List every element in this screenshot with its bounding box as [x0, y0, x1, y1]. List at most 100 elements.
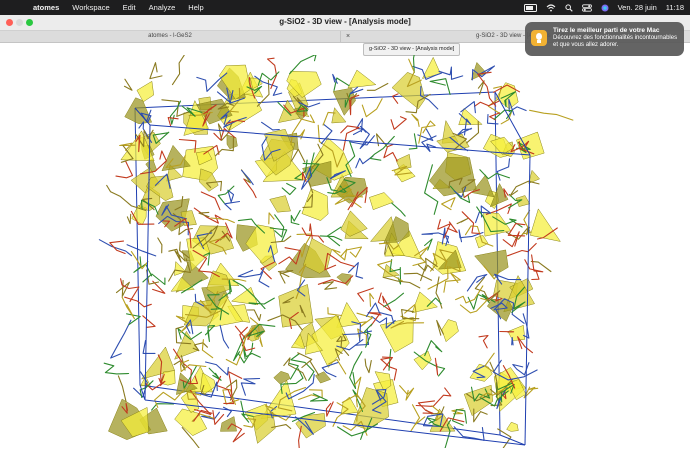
bond	[116, 161, 133, 177]
bond	[508, 244, 537, 256]
clock-date[interactable]: Ven. 28 juin	[618, 3, 657, 12]
bond	[416, 388, 451, 407]
bond	[384, 145, 397, 162]
polyhedron	[516, 196, 530, 207]
opengl-3d-viewport[interactable]	[0, 55, 690, 448]
polyhedron	[137, 81, 154, 102]
polyhedron	[392, 72, 425, 109]
bond	[228, 424, 244, 442]
wifi-icon[interactable]	[546, 4, 556, 12]
bond	[518, 337, 533, 353]
bond	[400, 386, 414, 401]
bond	[150, 63, 162, 79]
bond	[125, 79, 133, 90]
polyhedron	[274, 371, 290, 384]
bond	[282, 184, 296, 195]
menu-edit[interactable]: Edit	[123, 3, 136, 12]
bond	[510, 181, 539, 196]
control-center-icon[interactable]	[582, 4, 592, 12]
bond	[377, 134, 388, 147]
bond	[392, 203, 406, 216]
tab-close-icon[interactable]: ×	[346, 31, 350, 42]
bond	[341, 247, 362, 257]
molecular-scene[interactable]	[0, 55, 690, 448]
polyhedron	[475, 250, 509, 277]
bond	[238, 269, 264, 277]
bond	[457, 219, 468, 224]
bond	[437, 321, 444, 336]
bond	[225, 202, 240, 210]
bond	[460, 298, 487, 313]
tab-l-ges2[interactable]: atomes - l-GeS2	[0, 31, 341, 42]
polyhedron	[175, 409, 207, 436]
bond	[199, 212, 209, 216]
bond	[462, 212, 480, 234]
bond	[127, 314, 141, 325]
menu-workspace[interactable]: Workspace	[72, 3, 109, 12]
bond	[224, 407, 232, 416]
bond	[201, 192, 220, 210]
bond	[442, 198, 455, 210]
bond	[278, 271, 292, 284]
bond	[194, 208, 223, 223]
bond	[131, 252, 148, 269]
bond	[414, 55, 421, 73]
bond	[291, 210, 300, 224]
bond	[143, 341, 155, 354]
menu-app-name[interactable]: atomes	[33, 3, 59, 12]
notification-body: Découvrez des fonctionnalités incontourn…	[553, 35, 681, 49]
bond	[378, 293, 391, 311]
bond	[220, 325, 229, 348]
polyhedron	[470, 364, 492, 381]
polyhedron	[302, 189, 328, 221]
clock-time[interactable]: 11:18	[666, 3, 684, 12]
bond	[323, 282, 336, 290]
bond	[111, 320, 131, 358]
notification-title: Tirez le meilleur parti de votre Mac	[553, 27, 659, 34]
bond	[422, 136, 436, 152]
bond	[262, 122, 280, 130]
bond	[241, 379, 259, 396]
bond	[503, 232, 519, 247]
notification-banner[interactable]: Tirez le meilleur parti de votre Mac Déc…	[525, 22, 684, 56]
bond	[362, 99, 382, 117]
battery-icon[interactable]	[524, 4, 537, 12]
bond	[104, 363, 128, 374]
bond	[418, 401, 434, 413]
bond	[393, 94, 399, 103]
bond	[275, 215, 284, 237]
bond	[430, 79, 450, 95]
bond	[290, 55, 317, 74]
bond	[479, 336, 488, 348]
bond	[530, 110, 573, 120]
bond	[341, 126, 359, 150]
bond	[412, 114, 419, 126]
status-area: Ven. 28 juin 11:18	[524, 0, 684, 15]
bond	[357, 313, 373, 327]
polyhedron	[442, 320, 459, 342]
polyhedron	[369, 193, 393, 210]
bond	[122, 297, 134, 319]
polyhedron	[199, 169, 218, 192]
bond	[193, 343, 207, 351]
bond	[334, 78, 349, 91]
spotlight-search-icon[interactable]	[565, 4, 573, 12]
menu-analyze[interactable]: Analyze	[149, 3, 176, 12]
bond	[384, 293, 404, 307]
bond	[143, 316, 155, 328]
bond	[242, 170, 254, 184]
polyhedron	[341, 211, 368, 237]
menu-help[interactable]: Help	[188, 3, 203, 12]
bond	[411, 405, 425, 431]
bond	[351, 136, 375, 145]
bond	[269, 213, 274, 224]
bond	[202, 340, 212, 358]
bond	[444, 273, 460, 292]
bond	[117, 281, 130, 297]
bond	[326, 402, 333, 416]
bond	[328, 308, 342, 316]
polyhedron	[508, 325, 525, 340]
bond	[383, 277, 420, 288]
bond	[439, 67, 463, 79]
siri-icon[interactable]	[601, 4, 609, 12]
